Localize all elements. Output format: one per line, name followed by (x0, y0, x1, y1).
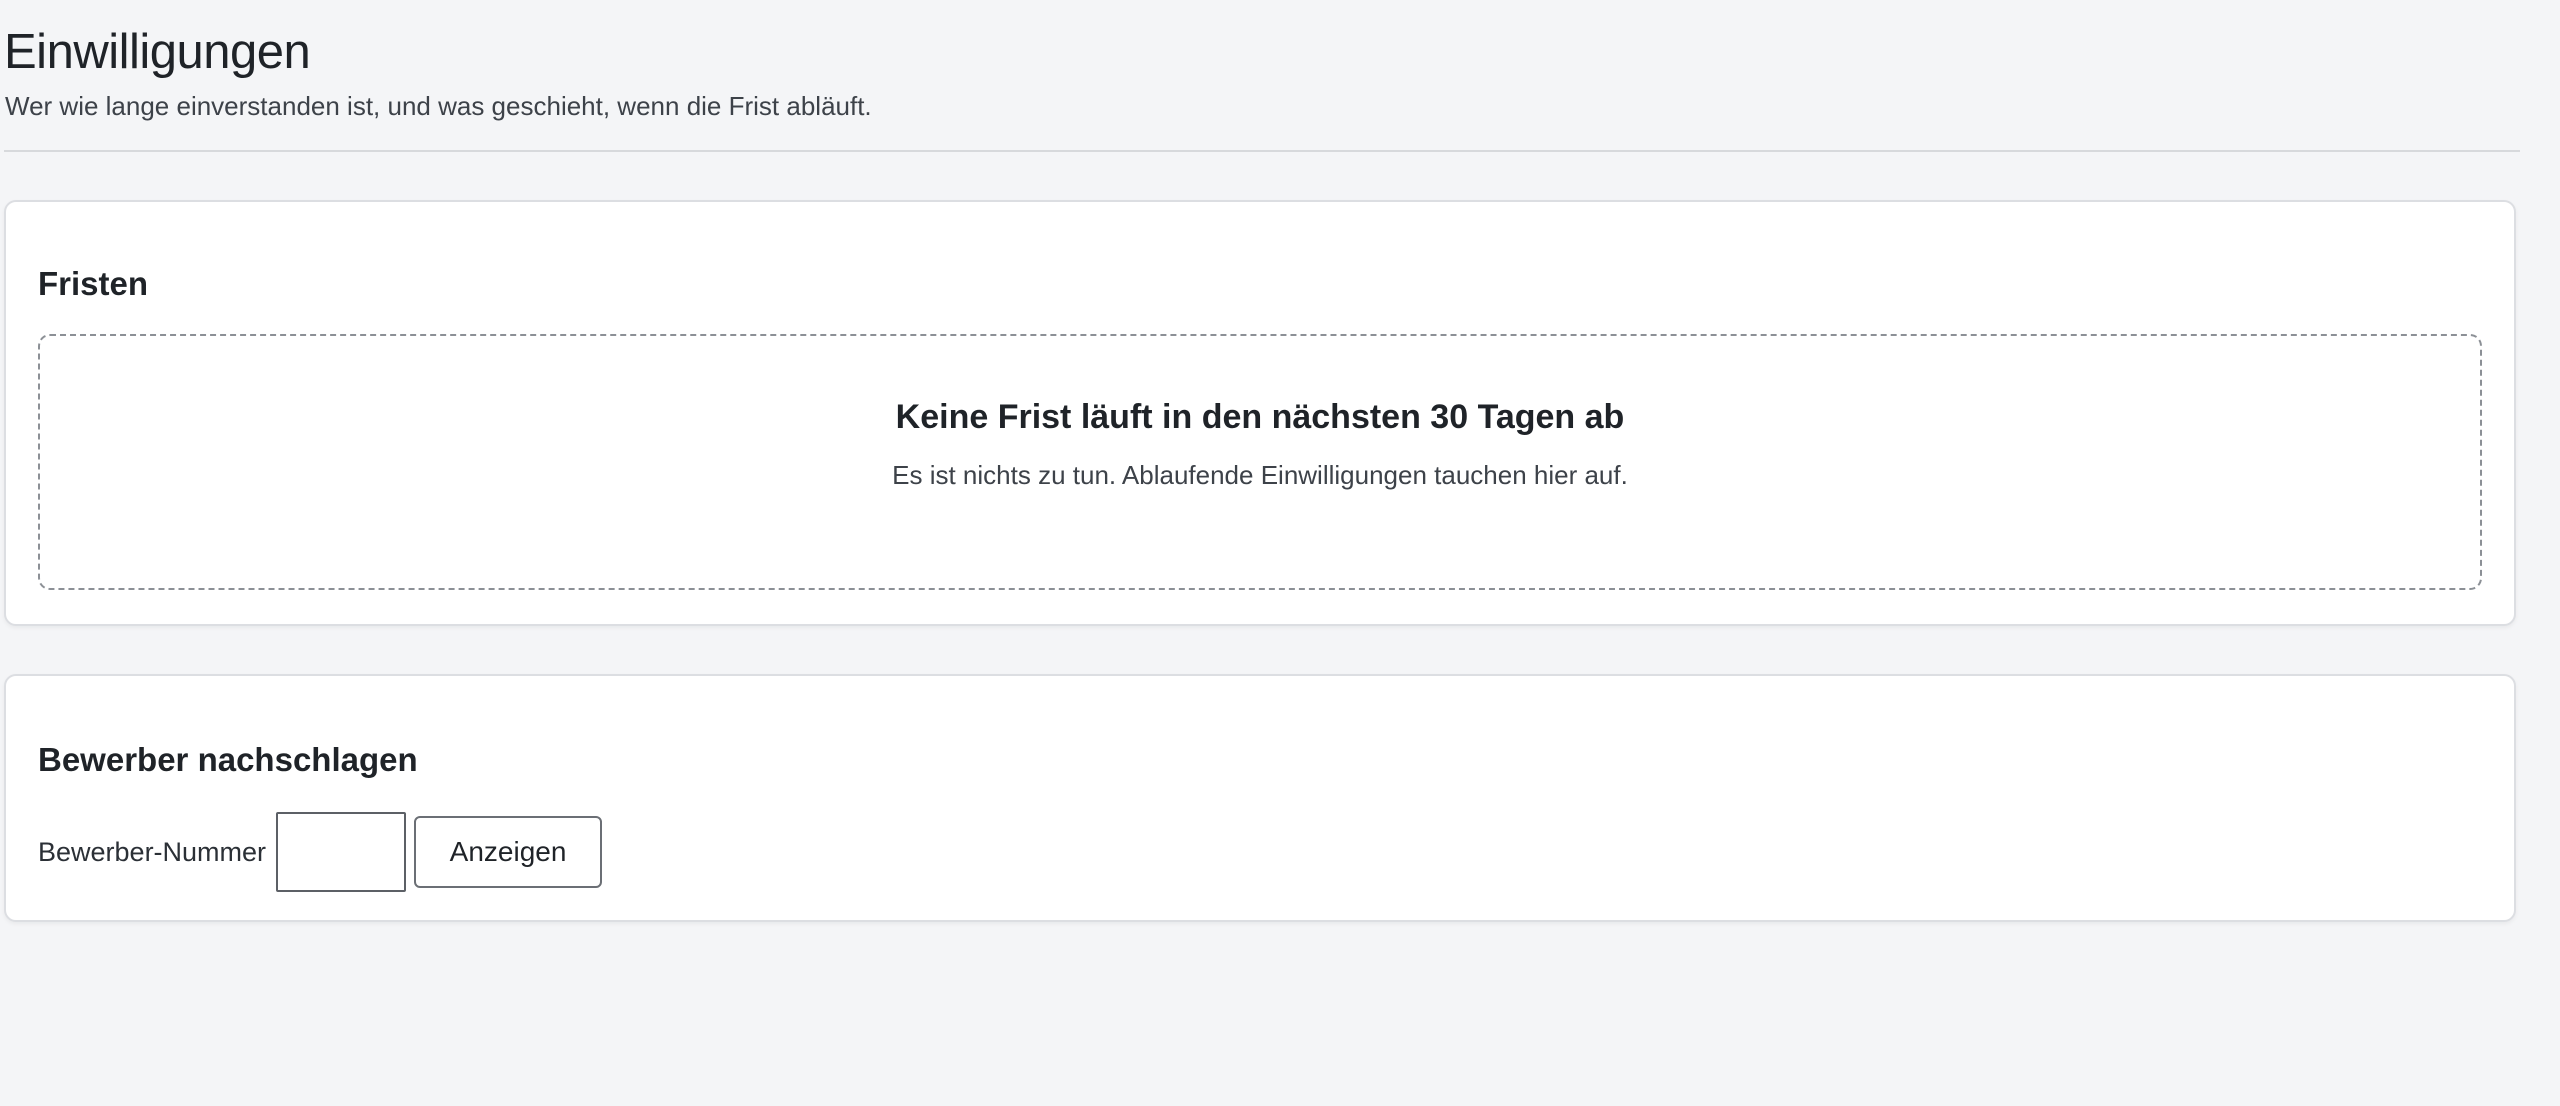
applicant-number-input[interactable] (276, 812, 407, 892)
page: Einwilligungen Wer wie lange einverstand… (0, 0, 2524, 922)
applicant-lookup-card: Bewerber nachschlagen Bewerber-Nummer An… (4, 674, 2516, 922)
applicant-lookup-form: Bewerber-Nummer Anzeigen (38, 812, 2482, 892)
empty-state-text: Es ist nichts zu tun. Ablaufende Einwill… (892, 460, 1628, 490)
applicant-number-label: Bewerber-Nummer (38, 837, 267, 867)
deadlines-empty-state: Keine Frist läuft in den nächsten 30 Tag… (38, 334, 2482, 590)
applicant-lookup-title: Bewerber nachschlagen (38, 741, 418, 778)
empty-state-title: Keine Frist läuft in den nächsten 30 Tag… (895, 398, 1625, 436)
page-subtitle: Wer wie lange einverstanden ist, und was… (5, 91, 872, 121)
header-divider (4, 150, 2520, 152)
deadlines-card: Fristen Keine Frist läuft in den nächste… (4, 200, 2516, 626)
show-button[interactable]: Anzeigen (414, 816, 603, 888)
deadlines-title: Fristen (38, 265, 149, 302)
page-title: Einwilligungen (4, 25, 311, 79)
